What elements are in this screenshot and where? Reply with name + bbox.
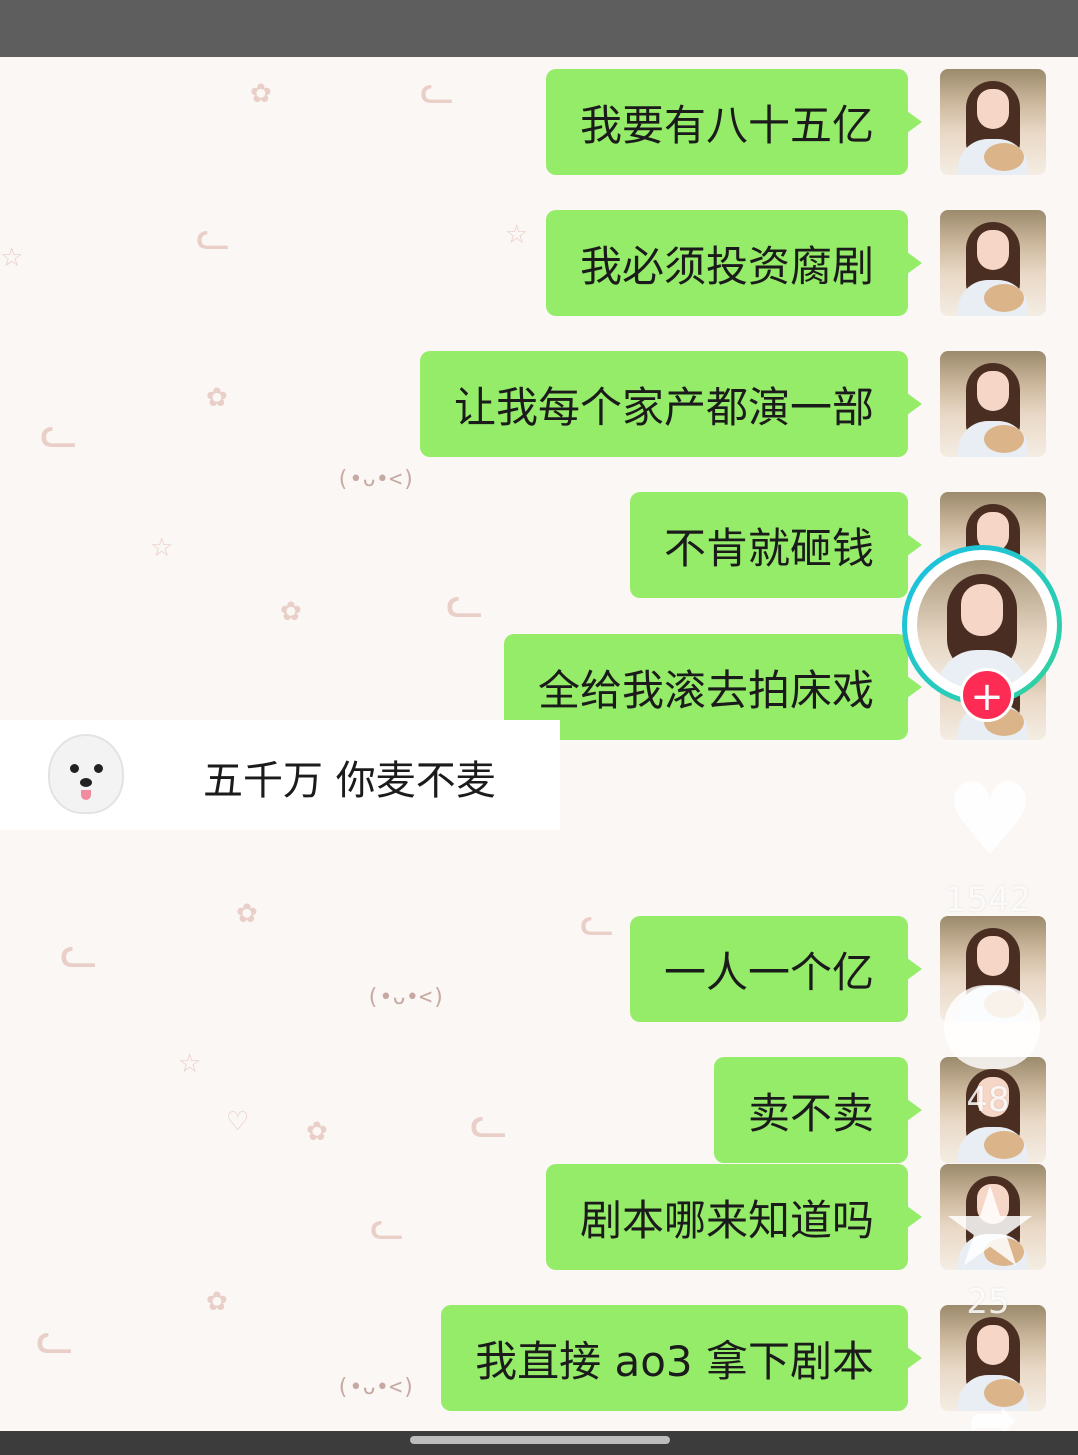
sent-message-bubble[interactable]: 不肯就砸钱	[629, 492, 923, 598]
message-text: 我要有八十五亿	[579, 100, 874, 150]
comment-count: 48	[966, 1080, 1010, 1120]
bunny-sticker-icon: ᓚ	[36, 1313, 74, 1364]
home-indicator[interactable]	[410, 1436, 670, 1444]
kaomoji-text: (•ᴗ•<)	[366, 985, 446, 1010]
message-text: 全给我滚去拍床戏	[537, 665, 874, 715]
flower-icon: ✿	[250, 79, 272, 109]
heart-icon: ♡	[226, 1107, 250, 1137]
sent-message-bubble[interactable]: 我直接 ao3 拿下剧本	[441, 1305, 922, 1411]
sender-avatar[interactable]	[940, 210, 1046, 316]
sender-avatar[interactable]	[940, 69, 1046, 175]
bunny-sticker-icon: ᓚ	[580, 899, 615, 945]
flower-icon: ✿	[280, 597, 302, 627]
sent-message-bubble[interactable]: 我必须投资腐剧	[545, 210, 923, 316]
star-icon: ☆	[0, 243, 24, 273]
message-text: 我直接 ao3 拿下剧本	[475, 1336, 874, 1386]
favorite-count: 25	[966, 1282, 1010, 1322]
sent-message-bubble[interactable]: 让我每个家产都演一部	[419, 351, 923, 457]
bunny-sticker-icon: ᓚ	[196, 213, 231, 259]
sent-message-bubble[interactable]: 卖不卖	[713, 1057, 923, 1163]
sent-message-bubble[interactable]: 一人一个亿	[629, 916, 923, 1022]
bunny-sticker-icon: ᓚ	[40, 407, 78, 458]
message-text: 一人一个亿	[663, 947, 874, 997]
message-text: 卖不卖	[747, 1088, 874, 1138]
kaomoji-text: (•ᴗ•<)	[336, 1375, 416, 1400]
like-heart-icon[interactable]: ♥	[935, 770, 1045, 870]
message-text: 让我每个家产都演一部	[453, 382, 874, 432]
sent-message-bubble[interactable]: 我要有八十五亿	[545, 69, 923, 175]
star-icon: ☆	[178, 1049, 202, 1079]
favorite-star-icon[interactable]: ★	[935, 1172, 1045, 1282]
star-icon: ☆	[150, 533, 174, 563]
bunny-sticker-icon: ᓚ	[370, 1203, 405, 1249]
flower-icon: ✿	[206, 383, 228, 413]
message-text: 我必须投资腐剧	[579, 241, 874, 291]
bunny-sticker-icon: ᓚ	[446, 577, 484, 628]
kaomoji-text: (•ᴗ•<)	[336, 467, 416, 492]
message-text: 剧本哪来知道吗	[579, 1195, 874, 1245]
message-text: 不肯就砸钱	[663, 523, 874, 573]
star-icon: ☆	[505, 220, 529, 250]
bunny-sticker-icon: ᓚ	[60, 927, 98, 978]
flower-icon: ✿	[206, 1287, 228, 1317]
bunny-sticker-icon: ᓚ	[420, 67, 455, 113]
bunny-sticker-icon: ᓚ	[470, 1097, 508, 1148]
flower-icon: ✿	[306, 1117, 328, 1147]
sender-avatar[interactable]	[940, 351, 1046, 457]
dog-avatar[interactable]	[38, 726, 134, 822]
sent-message-bubble[interactable]: 全给我滚去拍床戏	[503, 634, 923, 740]
received-message-text[interactable]: 五千万 你麦不麦	[203, 748, 496, 806]
flower-icon: ✿	[236, 899, 258, 929]
follow-button[interactable]: +	[960, 668, 1014, 722]
sent-message-bubble[interactable]: 剧本哪来知道吗	[545, 1164, 923, 1270]
comment-bubble-icon[interactable]	[944, 985, 1040, 1069]
like-count: 1542	[944, 880, 1032, 920]
status-bar	[0, 0, 1078, 57]
